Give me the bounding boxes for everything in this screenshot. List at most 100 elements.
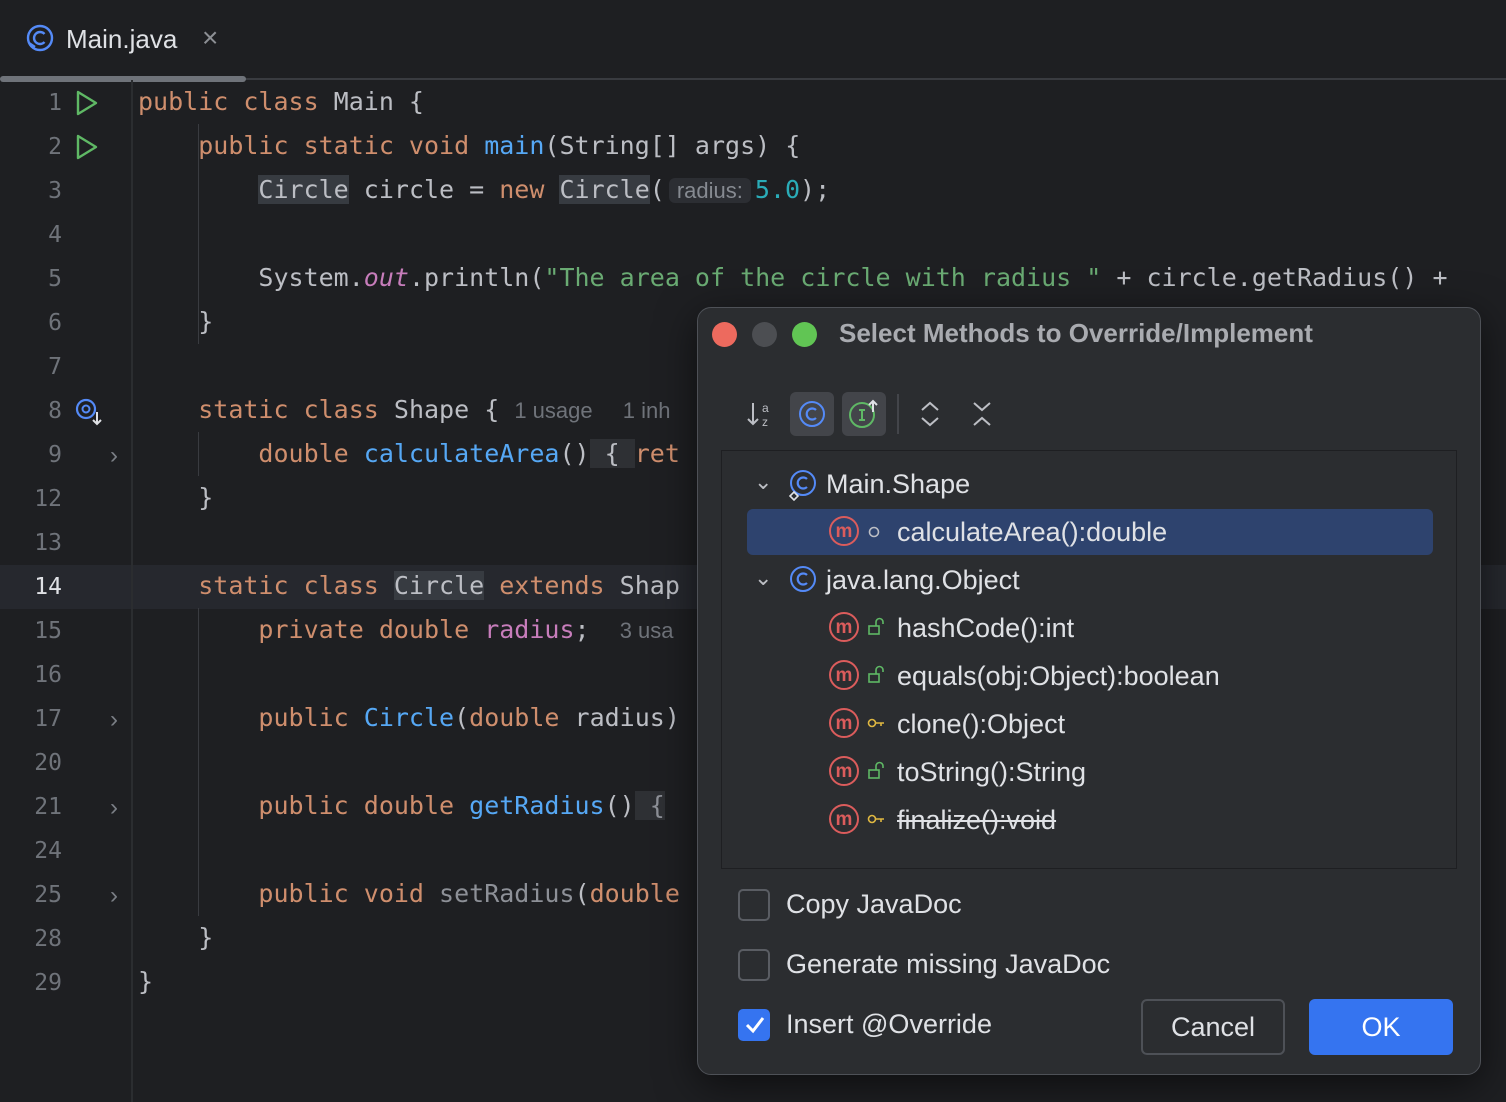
- class-icon: [797, 399, 827, 429]
- class-icon: [788, 564, 818, 594]
- package-private-icon: [867, 525, 881, 539]
- chevron-down-icon[interactable]: ⌄: [754, 565, 772, 591]
- line-number: 28: [0, 926, 62, 952]
- line-number: 20: [0, 750, 62, 776]
- override-methods-dialog: Select Methods to Override/Implement a z: [697, 307, 1481, 1075]
- code-line-1: public class Main {: [138, 80, 424, 124]
- line-number: 21: [0, 794, 62, 820]
- line-number: 1: [0, 90, 62, 116]
- fold-chevron-icon[interactable]: ›: [110, 882, 118, 910]
- line-number: 4: [0, 222, 62, 248]
- show-interfaces-button[interactable]: [842, 392, 886, 436]
- tab-label: Main.java: [66, 24, 177, 55]
- line-number: 7: [0, 354, 62, 380]
- code-line-8: static class Shape { 1 usage 1 inh: [138, 388, 670, 432]
- editor-gutter: 1 2 3 4 5 6 7 8 9 12 13 14 15 16 17 20 2…: [0, 80, 133, 1102]
- code-line-29: }: [138, 960, 153, 1004]
- tree-item-equals[interactable]: m equals(obj:Object):boolean: [722, 653, 1456, 699]
- sort-alpha-icon: a z: [746, 399, 776, 429]
- fold-chevron-icon[interactable]: ›: [110, 442, 118, 470]
- tree-item-clone[interactable]: m clone():Object: [722, 701, 1456, 747]
- show-classes-button[interactable]: [790, 392, 834, 436]
- line-number: 25: [0, 882, 62, 908]
- collapse-all-button[interactable]: [960, 392, 1004, 436]
- code-line-2: public static void main(String[] args) {: [138, 124, 800, 168]
- generate-javadoc-checkbox[interactable]: [738, 949, 770, 981]
- code-line-21: public double getRadius() {: [138, 784, 665, 828]
- line-number: 9: [0, 442, 62, 468]
- usages-hint: 1 usage: [514, 398, 592, 423]
- expand-all-button[interactable]: [908, 392, 952, 436]
- insert-override-checkbox[interactable]: [738, 1009, 770, 1041]
- inheritors-hint: 1 inh: [623, 398, 671, 423]
- line-number-current: 14: [0, 574, 62, 600]
- method-icon: m: [829, 516, 859, 546]
- public-unlock-icon: [867, 761, 885, 781]
- line-number: 3: [0, 178, 62, 204]
- run-icon[interactable]: [74, 134, 100, 160]
- code-line-9: double calculateArea() { ret: [138, 432, 680, 476]
- copy-javadoc-checkbox[interactable]: [738, 889, 770, 921]
- svg-text:z: z: [762, 415, 768, 429]
- methods-tree[interactable]: ⌄ Main.Shape m calculateArea():double ⌄ …: [721, 450, 1457, 869]
- tab-main-java[interactable]: Main.java ×: [0, 0, 246, 80]
- line-number: 2: [0, 134, 62, 160]
- interface-up-icon: [848, 398, 880, 430]
- fold-chevron-icon[interactable]: ›: [110, 794, 118, 822]
- line-number: 8: [0, 398, 62, 424]
- dialog-title: Select Methods to Override/Implement: [839, 318, 1313, 349]
- code-line-14: static class Circle extends Shap: [138, 564, 680, 608]
- tree-item-tostring[interactable]: m toString():String: [722, 749, 1456, 795]
- line-number: 15: [0, 618, 62, 644]
- method-icon: m: [829, 660, 859, 690]
- code-line-28: }: [138, 916, 213, 960]
- ok-button[interactable]: OK: [1309, 999, 1453, 1055]
- code-line-6: }: [138, 300, 213, 344]
- code-line-15: private double radius; 3 usa: [138, 608, 674, 652]
- line-number: 16: [0, 662, 62, 688]
- tree-group-main-shape[interactable]: ⌄ Main.Shape: [722, 461, 1456, 507]
- collapse-all-icon: [970, 399, 994, 429]
- protected-key-icon: [867, 716, 885, 730]
- method-icon: m: [829, 804, 859, 834]
- method-icon: m: [829, 708, 859, 738]
- code-line-12: }: [138, 476, 213, 520]
- method-icon: m: [829, 756, 859, 786]
- chevron-down-icon[interactable]: ⌄: [754, 469, 772, 495]
- tree-item-calculate-area[interactable]: m calculateArea():double: [747, 509, 1433, 555]
- line-number: 12: [0, 486, 62, 512]
- window-minimize-button[interactable]: [752, 322, 777, 347]
- sort-alphabetically-button[interactable]: a z: [739, 392, 783, 436]
- cancel-button[interactable]: Cancel: [1141, 999, 1285, 1055]
- line-number: 6: [0, 310, 62, 336]
- code-line-25: public void setRadius(double: [138, 872, 680, 916]
- line-number: 24: [0, 838, 62, 864]
- tree-item-finalize[interactable]: m finalize():void: [722, 797, 1456, 843]
- code-line-5: System.out.println("The area of the circ…: [138, 256, 1448, 300]
- fold-chevron-icon[interactable]: ›: [110, 706, 118, 734]
- public-unlock-icon: [867, 617, 885, 637]
- line-number: 13: [0, 530, 62, 556]
- line-number: 29: [0, 970, 62, 996]
- checkmark-icon: [745, 1015, 765, 1035]
- method-icon: m: [829, 612, 859, 642]
- tree-group-java-lang-object[interactable]: ⌄ java.lang.Object: [722, 557, 1456, 603]
- window-close-button[interactable]: [712, 322, 737, 347]
- editor-tab-bar: Main.java ×: [0, 0, 1506, 80]
- protected-key-icon: [867, 812, 885, 826]
- line-number: 17: [0, 706, 62, 732]
- implemented-by-icon[interactable]: [74, 398, 104, 428]
- code-line-3: Circle circle = new Circle(radius:5.0);: [138, 168, 830, 212]
- expand-all-icon: [918, 399, 942, 429]
- java-class-icon: [25, 23, 55, 53]
- usages-hint: 3 usa: [620, 618, 674, 643]
- run-icon[interactable]: [74, 90, 100, 116]
- svg-text:a: a: [762, 401, 769, 415]
- code-line-17: public Circle(double radius): [138, 696, 680, 740]
- tree-item-hashcode[interactable]: m hashCode():int: [722, 605, 1456, 651]
- window-maximize-button[interactable]: [792, 322, 817, 347]
- public-unlock-icon: [867, 665, 885, 685]
- parameter-hint: radius:: [669, 178, 751, 203]
- toolbar-separator: [897, 394, 899, 434]
- close-icon[interactable]: ×: [202, 22, 218, 54]
